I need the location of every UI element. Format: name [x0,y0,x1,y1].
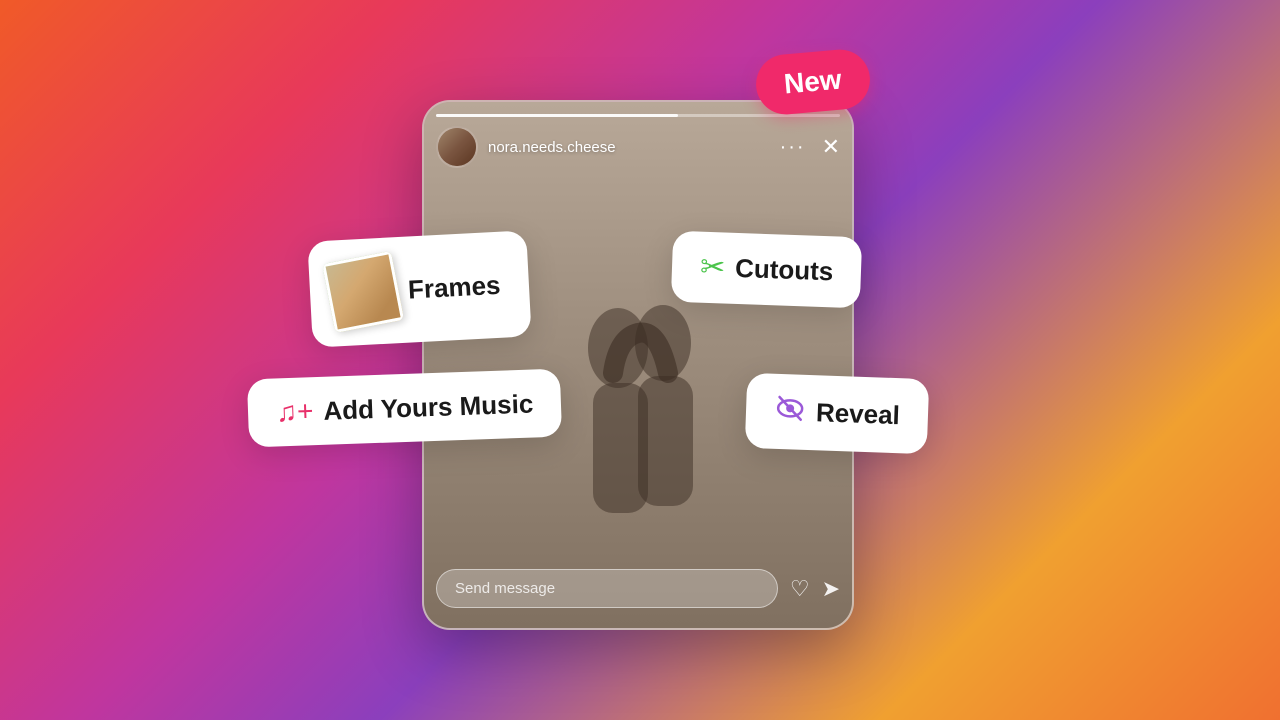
avatar-image [438,128,476,166]
story-header: nora.needs.cheese ··· ✕ [436,126,840,168]
send-icon[interactable]: ➤ [822,576,840,602]
reveal-pill[interactable]: Reveal [745,373,929,454]
frames-thumbnail-inner [322,251,404,333]
frames-label: Frames [407,269,501,305]
cutouts-label: Cutouts [735,253,834,287]
add-yours-music-pill[interactable]: ♫+ Add Yours Music [247,369,563,448]
frames-thumbnail [322,251,404,333]
scissors-icon: ✂ [699,250,725,286]
add-yours-music-label: Add Yours Music [323,388,534,426]
story-bottom-bar: Send message ♡ ➤ [436,569,840,608]
story-progress-bar [436,114,840,117]
reveal-label: Reveal [815,397,900,431]
message-input[interactable]: Send message [436,569,778,608]
heart-icon[interactable]: ♡ [790,576,810,602]
close-button[interactable]: ✕ [822,134,840,160]
username-label: nora.needs.cheese [488,139,780,156]
story-progress-fill [436,114,678,117]
avatar [436,126,478,168]
story-background [424,102,852,628]
cutouts-pill[interactable]: ✂ Cutouts [671,231,863,309]
reveal-icon [773,392,806,432]
music-add-icon: ♫+ [276,395,314,428]
more-options-button[interactable]: ··· [780,136,806,159]
phone-frame: nora.needs.cheese ··· ✕ Send message ♡ ➤ [422,100,854,630]
frames-pill[interactable]: Frames [307,230,531,347]
